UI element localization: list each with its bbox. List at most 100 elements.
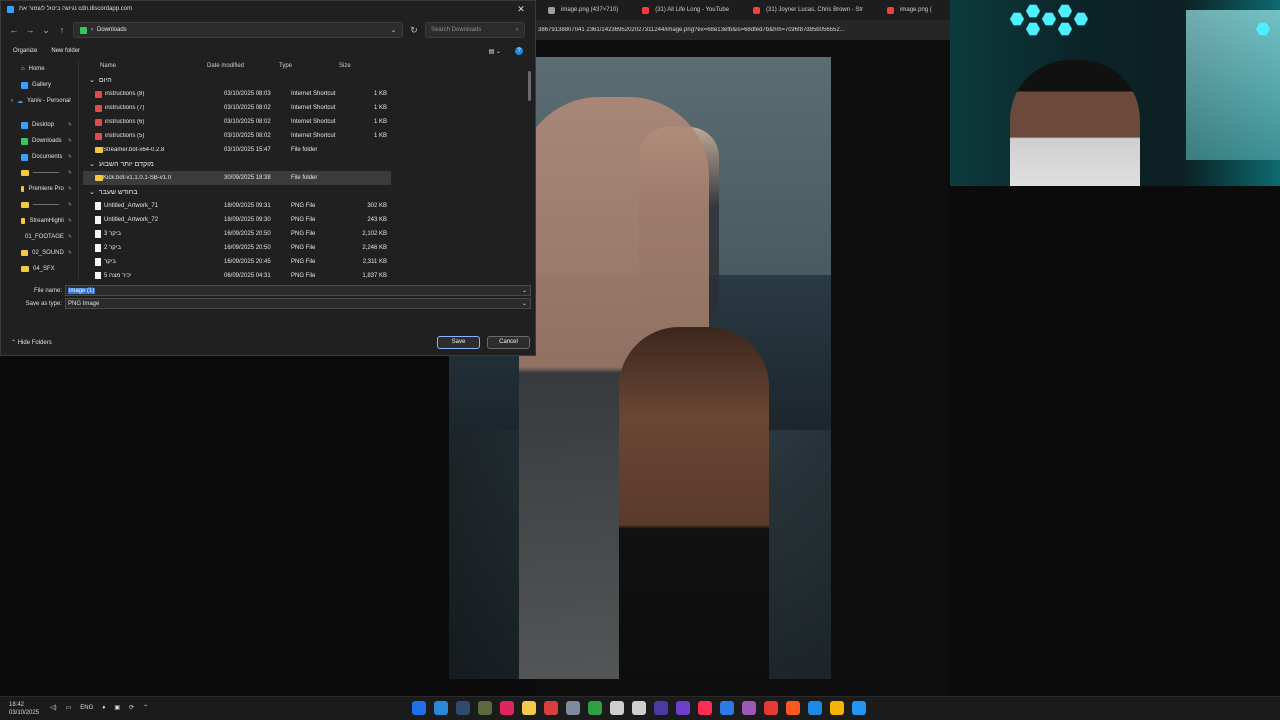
file-type: PNG File bbox=[291, 259, 316, 265]
file-row[interactable]: instructions (8) 03/10/2025 08:03 Internet… bbox=[83, 87, 531, 101]
webcam-overlay bbox=[950, 0, 1280, 186]
sidebar-item-sfx[interactable]: 04_SFX bbox=[1, 261, 78, 277]
taskbar-app-icon[interactable] bbox=[786, 701, 800, 715]
taskbar-app-icon[interactable] bbox=[456, 701, 470, 715]
close-icon[interactable]: ✕ bbox=[513, 4, 529, 15]
taskbar-app-icon[interactable] bbox=[500, 701, 514, 715]
battery-icon[interactable]: ▣ bbox=[114, 704, 120, 711]
browser-tab[interactable]: image.png (437×710) bbox=[536, 0, 630, 20]
search-input[interactable]: Search Downloads ⌕ bbox=[425, 22, 525, 38]
taskbar-app-icon[interactable] bbox=[676, 701, 690, 715]
file-row[interactable]: instructions (6) 03/10/2025 08:02 Internet… bbox=[83, 115, 531, 129]
organize-button[interactable]: Organize bbox=[13, 48, 37, 54]
save-type-select[interactable]: PNG Image ⌄ bbox=[65, 298, 531, 309]
group-header[interactable]: ⌄ מוקדם יותר השבוע bbox=[83, 157, 531, 171]
sidebar-item-streamhighlights[interactable]: StreamHighli ✎ bbox=[1, 213, 78, 229]
taskbar-app-icon[interactable] bbox=[632, 701, 646, 715]
taskbar-app-icon[interactable] bbox=[434, 701, 448, 715]
file-type: File folder bbox=[291, 147, 318, 153]
chevron-down-icon[interactable]: ⌄ bbox=[522, 300, 530, 307]
browser-tab[interactable]: (31) All Life Long - YouTube bbox=[630, 0, 741, 20]
column-date[interactable]: Date modified bbox=[207, 63, 279, 69]
sidebar-item-premiere[interactable]: Premiere Pro ✎ bbox=[1, 181, 78, 197]
sidebar-item-footage[interactable]: 01_FOOTAGE ✎ bbox=[1, 229, 78, 245]
help-icon[interactable]: ? bbox=[515, 47, 523, 55]
file-row[interactable]: 5 יכיר מצח 06/09/2025 04:31 PNG File 1,837 … bbox=[83, 269, 531, 279]
hide-folders-button[interactable]: ⌃ Hide Folders bbox=[1, 339, 437, 346]
taskbar-app-icon[interactable] bbox=[588, 701, 602, 715]
taskbar-app-icon[interactable] bbox=[544, 701, 558, 715]
browser-tab[interactable]: image.png ( bbox=[875, 0, 944, 20]
group-header[interactable]: ⌄ בחודש שעבר bbox=[83, 185, 531, 199]
file-size: 1 KB bbox=[373, 105, 387, 111]
view-options-icon[interactable]: ▤ ⌄ bbox=[489, 48, 501, 55]
file-row[interactable]: 2 ביקר 16/09/2025 20:50 PNG File 2,246 KB bbox=[83, 241, 531, 255]
sidebar-item-sound[interactable]: 02_SOUND ✎ bbox=[1, 245, 78, 261]
file-row[interactable]: Streamer.bot-x64-0.2.8 03/10/2025 15:47 Fi… bbox=[83, 143, 531, 157]
file-row[interactable]: Untitled_Artwork_72 18/09/2025 09:30 PNG F… bbox=[83, 213, 531, 227]
save-button[interactable]: Save bbox=[437, 335, 480, 349]
sidebar-item-folder[interactable]: ------------- ✎ bbox=[1, 165, 78, 181]
file-name: instructions (7) bbox=[105, 105, 145, 111]
chevron-down-icon[interactable]: ⌄ bbox=[522, 287, 530, 294]
file-name-field[interactable]: image (1) ⌄ bbox=[65, 285, 531, 296]
taskbar-app-icon[interactable] bbox=[808, 701, 822, 715]
sidebar-item-home[interactable]: ⌂ Home bbox=[1, 61, 78, 77]
language-indicator[interactable]: ENG bbox=[80, 705, 93, 711]
taskbar-app-icon[interactable] bbox=[698, 701, 712, 715]
file-name: Streamer.bot-x64-0.2.8 bbox=[103, 147, 165, 153]
file-row[interactable]: 3 ביקר 16/09/2025 20:50 PNG File 2,102 KB bbox=[83, 227, 531, 241]
column-size[interactable]: Size bbox=[339, 63, 389, 69]
file-row[interactable]: Kick.bot-v1.1.0.1-SB-v1.0 30/09/2025 18:3… bbox=[83, 171, 391, 185]
new-folder-button[interactable]: New folder bbox=[51, 48, 80, 54]
sidebar-item-onedrive[interactable]: › ☁ Yaniv - Personal bbox=[1, 93, 78, 109]
sidebar-item-gallery[interactable]: Gallery bbox=[1, 77, 78, 93]
pin-icon: ✎ bbox=[67, 218, 72, 224]
taskbar-app-icon[interactable] bbox=[852, 701, 866, 715]
network-icon[interactable]: ▭ bbox=[66, 704, 72, 711]
sidebar-item-documents[interactable]: Documents ✎ bbox=[1, 149, 78, 165]
chevron-down-icon[interactable]: ⌄ bbox=[391, 27, 396, 34]
chevron-up-icon[interactable]: ⌃ bbox=[143, 704, 148, 711]
column-type[interactable]: Type bbox=[279, 63, 339, 69]
app-icon bbox=[7, 5, 14, 13]
taskbar-app-icon[interactable] bbox=[566, 701, 580, 715]
file-row[interactable]: instructions (7) 03/10/2025 08:02 Internet… bbox=[83, 101, 531, 115]
refresh-icon[interactable]: ↻ bbox=[409, 25, 419, 36]
back-arrow-icon[interactable]: ← bbox=[9, 25, 19, 35]
group-header[interactable]: ⌄ היום bbox=[83, 73, 531, 87]
taskbar-app-icon[interactable] bbox=[720, 701, 734, 715]
column-name[interactable]: Name bbox=[83, 63, 207, 69]
taskbar-app-icon[interactable] bbox=[610, 701, 624, 715]
taskbar-app-icon[interactable] bbox=[742, 701, 756, 715]
sidebar-item-downloads[interactable]: Downloads ✎ bbox=[1, 133, 78, 149]
cancel-button[interactable]: Cancel bbox=[487, 335, 530, 349]
folder-icon bbox=[21, 218, 26, 224]
sidebar-item-desktop[interactable]: Desktop ✎ bbox=[1, 117, 78, 133]
up-arrow-icon[interactable]: ↑ bbox=[57, 25, 67, 35]
file-row[interactable]: ביקר 16/09/2025 20:45 PNG File 2,311 KB bbox=[83, 255, 531, 269]
scrollbar[interactable] bbox=[528, 71, 531, 101]
taskbar-app-icon[interactable] bbox=[654, 701, 668, 715]
taskbar-app-icon[interactable] bbox=[830, 701, 844, 715]
file-type: PNG File bbox=[291, 217, 316, 223]
browser-tab[interactable]: (31) Joyner Lucas, Chris Brown - Str bbox=[741, 0, 875, 20]
microphone-icon[interactable]: ♦ bbox=[102, 705, 105, 711]
hex-light-icon bbox=[1026, 22, 1040, 36]
chevron-down-icon[interactable]: ⌄ bbox=[41, 25, 51, 36]
taskbar-app-icon[interactable] bbox=[522, 701, 536, 715]
sync-icon[interactable]: ⟳ bbox=[129, 704, 134, 711]
clock[interactable]: 18:42 03/10/2025 bbox=[9, 701, 39, 717]
file-date: 03/10/2025 08:03 bbox=[224, 91, 271, 97]
pin-icon: ✎ bbox=[67, 234, 73, 240]
file-date: 16/09/2025 20:50 bbox=[224, 231, 271, 237]
taskbar-app-icon[interactable] bbox=[764, 701, 778, 715]
sidebar-item-folder[interactable]: ------------- ✎ bbox=[1, 197, 78, 213]
forward-arrow-icon[interactable]: → bbox=[25, 25, 35, 35]
path-bar[interactable]: › Downloads ⌄ bbox=[73, 22, 403, 38]
taskbar-app-icon[interactable] bbox=[478, 701, 492, 715]
file-row[interactable]: instructions (5) 03/10/2025 08:02 Internet… bbox=[83, 129, 531, 143]
taskbar-app-icon[interactable] bbox=[412, 701, 426, 715]
file-row[interactable]: Untitled_Artwork_71 18/09/2025 09:31 PNG F… bbox=[83, 199, 531, 213]
volume-icon[interactable]: ◁) bbox=[50, 704, 57, 711]
